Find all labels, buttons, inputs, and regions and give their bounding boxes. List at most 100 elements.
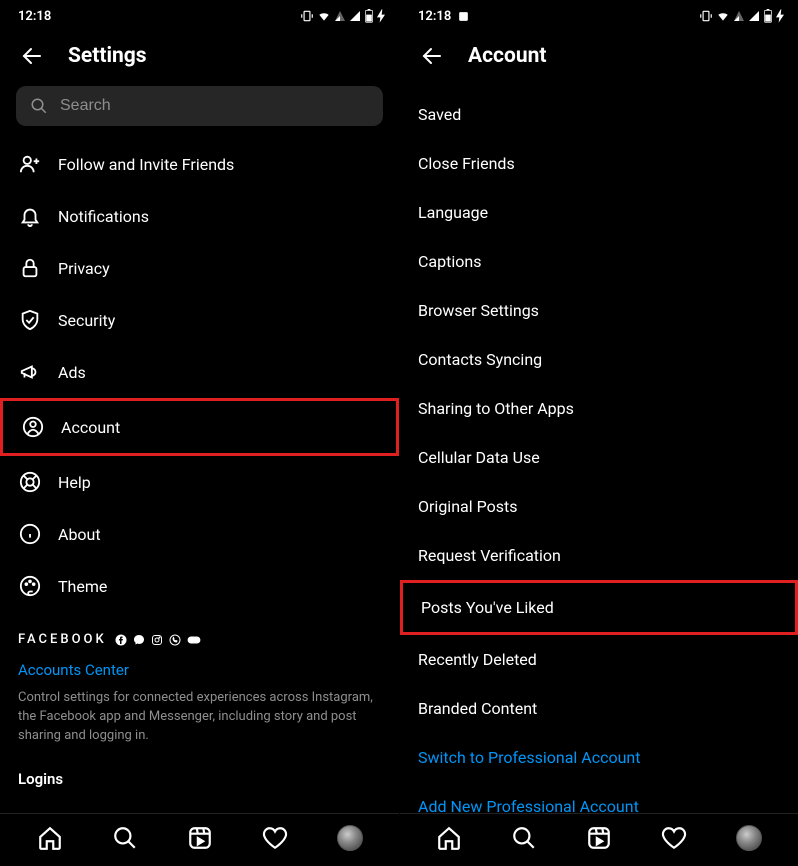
search-icon (30, 97, 48, 115)
wifi-icon (317, 9, 331, 23)
item-language[interactable]: Language (400, 188, 798, 237)
nav-reels[interactable] (585, 824, 613, 852)
menu-label: Theme (58, 577, 107, 596)
item-sharing-apps[interactable]: Sharing to Other Apps (400, 384, 798, 433)
item-label: Branded Content (418, 699, 537, 718)
item-label: Saved (418, 105, 461, 124)
nav-home[interactable] (36, 824, 64, 852)
nav-search[interactable] (111, 824, 139, 852)
shield-icon (18, 308, 42, 332)
instagram-icon (151, 634, 163, 646)
home-icon (37, 825, 63, 851)
bolt-icon (377, 9, 385, 23)
settings-screen: 12:18 Settings Follow and Invite Friends (0, 0, 399, 866)
search-icon (511, 825, 537, 851)
facebook-section: FACEBOOK (0, 612, 399, 655)
status-bar: 12:18 (0, 0, 399, 30)
oculus-icon (187, 635, 201, 645)
back-icon[interactable] (20, 44, 44, 68)
item-switch-professional[interactable]: Switch to Professional Account (400, 733, 798, 782)
lifebuoy-icon (18, 470, 42, 494)
item-captions[interactable]: Captions (400, 237, 798, 286)
item-label: Switch to Professional Account (418, 748, 640, 767)
back-icon[interactable] (420, 44, 444, 68)
signal-icon (748, 10, 760, 22)
nav-profile[interactable] (336, 824, 364, 852)
info-icon (18, 522, 42, 546)
item-label: Recently Deleted (418, 650, 537, 669)
item-close-friends[interactable]: Close Friends (400, 139, 798, 188)
menu-privacy[interactable]: Privacy (0, 242, 399, 294)
nav-reels[interactable] (186, 824, 214, 852)
menu-label: Privacy (58, 259, 110, 278)
vibrate-icon (699, 9, 713, 23)
facebook-app-icons (115, 634, 201, 646)
accounts-center-link[interactable]: Accounts Center (0, 655, 399, 683)
bottom-nav (0, 813, 399, 866)
search-box[interactable] (16, 86, 383, 126)
search-icon (112, 825, 138, 851)
item-request-verification[interactable]: Request Verification (400, 531, 798, 580)
reels-icon (187, 825, 213, 851)
menu-label: Ads (58, 363, 86, 382)
home-icon (436, 825, 462, 851)
nav-home[interactable] (435, 824, 463, 852)
item-posts-liked[interactable]: Posts You've Liked (400, 580, 798, 635)
menu-label: Notifications (58, 207, 149, 226)
bell-icon (18, 204, 42, 228)
signal-icon (334, 10, 346, 22)
menu-theme[interactable]: Theme (0, 560, 399, 612)
facebook-icon (115, 634, 127, 646)
item-label: Close Friends (418, 154, 515, 173)
menu-label: Follow and Invite Friends (58, 155, 234, 174)
menu-follow-invite[interactable]: Follow and Invite Friends (0, 138, 399, 190)
page-title: Account (468, 44, 546, 68)
item-label: Cellular Data Use (418, 448, 540, 467)
menu-ads[interactable]: Ads (0, 346, 399, 398)
item-label: Original Posts (418, 497, 517, 516)
logins-label: Logins (0, 746, 399, 792)
item-original-posts[interactable]: Original Posts (400, 482, 798, 531)
item-contacts-syncing[interactable]: Contacts Syncing (400, 335, 798, 384)
settings-header: Settings (0, 30, 399, 78)
battery-icon (364, 9, 374, 23)
menu-label: About (58, 525, 101, 544)
item-label: Sharing to Other Apps (418, 399, 574, 418)
cutoff-item (400, 78, 798, 90)
whatsapp-icon (169, 634, 181, 646)
facebook-label: FACEBOOK (18, 632, 107, 647)
item-recently-deleted[interactable]: Recently Deleted (400, 635, 798, 684)
nav-profile[interactable] (735, 824, 763, 852)
accounts-center-desc: Control settings for connected experienc… (0, 689, 399, 746)
item-label: Captions (418, 252, 481, 271)
status-time: 12:18 (418, 9, 451, 24)
signal-icon (733, 10, 745, 22)
bolt-icon (776, 9, 784, 23)
palette-icon (18, 574, 42, 598)
search-input[interactable] (60, 97, 369, 115)
user-circle-icon (21, 415, 45, 439)
item-browser-settings[interactable]: Browser Settings (400, 286, 798, 335)
account-header: Account (400, 30, 798, 78)
menu-security[interactable]: Security (0, 294, 399, 346)
wifi-icon (716, 9, 730, 23)
reels-icon (586, 825, 612, 851)
menu-notifications[interactable]: Notifications (0, 190, 399, 242)
menu-account[interactable]: Account (0, 398, 399, 456)
nav-activity[interactable] (660, 824, 688, 852)
item-add-professional[interactable]: Add New Professional Account (400, 782, 798, 813)
avatar-icon (337, 825, 363, 851)
item-cellular-data[interactable]: Cellular Data Use (400, 433, 798, 482)
menu-label: Security (58, 311, 115, 330)
menu-help[interactable]: Help (0, 456, 399, 508)
nav-activity[interactable] (261, 824, 289, 852)
item-branded-content[interactable]: Branded Content (400, 684, 798, 733)
messenger-icon (133, 634, 145, 646)
item-label: Browser Settings (418, 301, 539, 320)
status-icons (699, 9, 784, 23)
menu-about[interactable]: About (0, 508, 399, 560)
menu-label: Account (61, 418, 120, 437)
nav-search[interactable] (510, 824, 538, 852)
item-label: Language (418, 203, 488, 222)
item-saved[interactable]: Saved (400, 90, 798, 139)
